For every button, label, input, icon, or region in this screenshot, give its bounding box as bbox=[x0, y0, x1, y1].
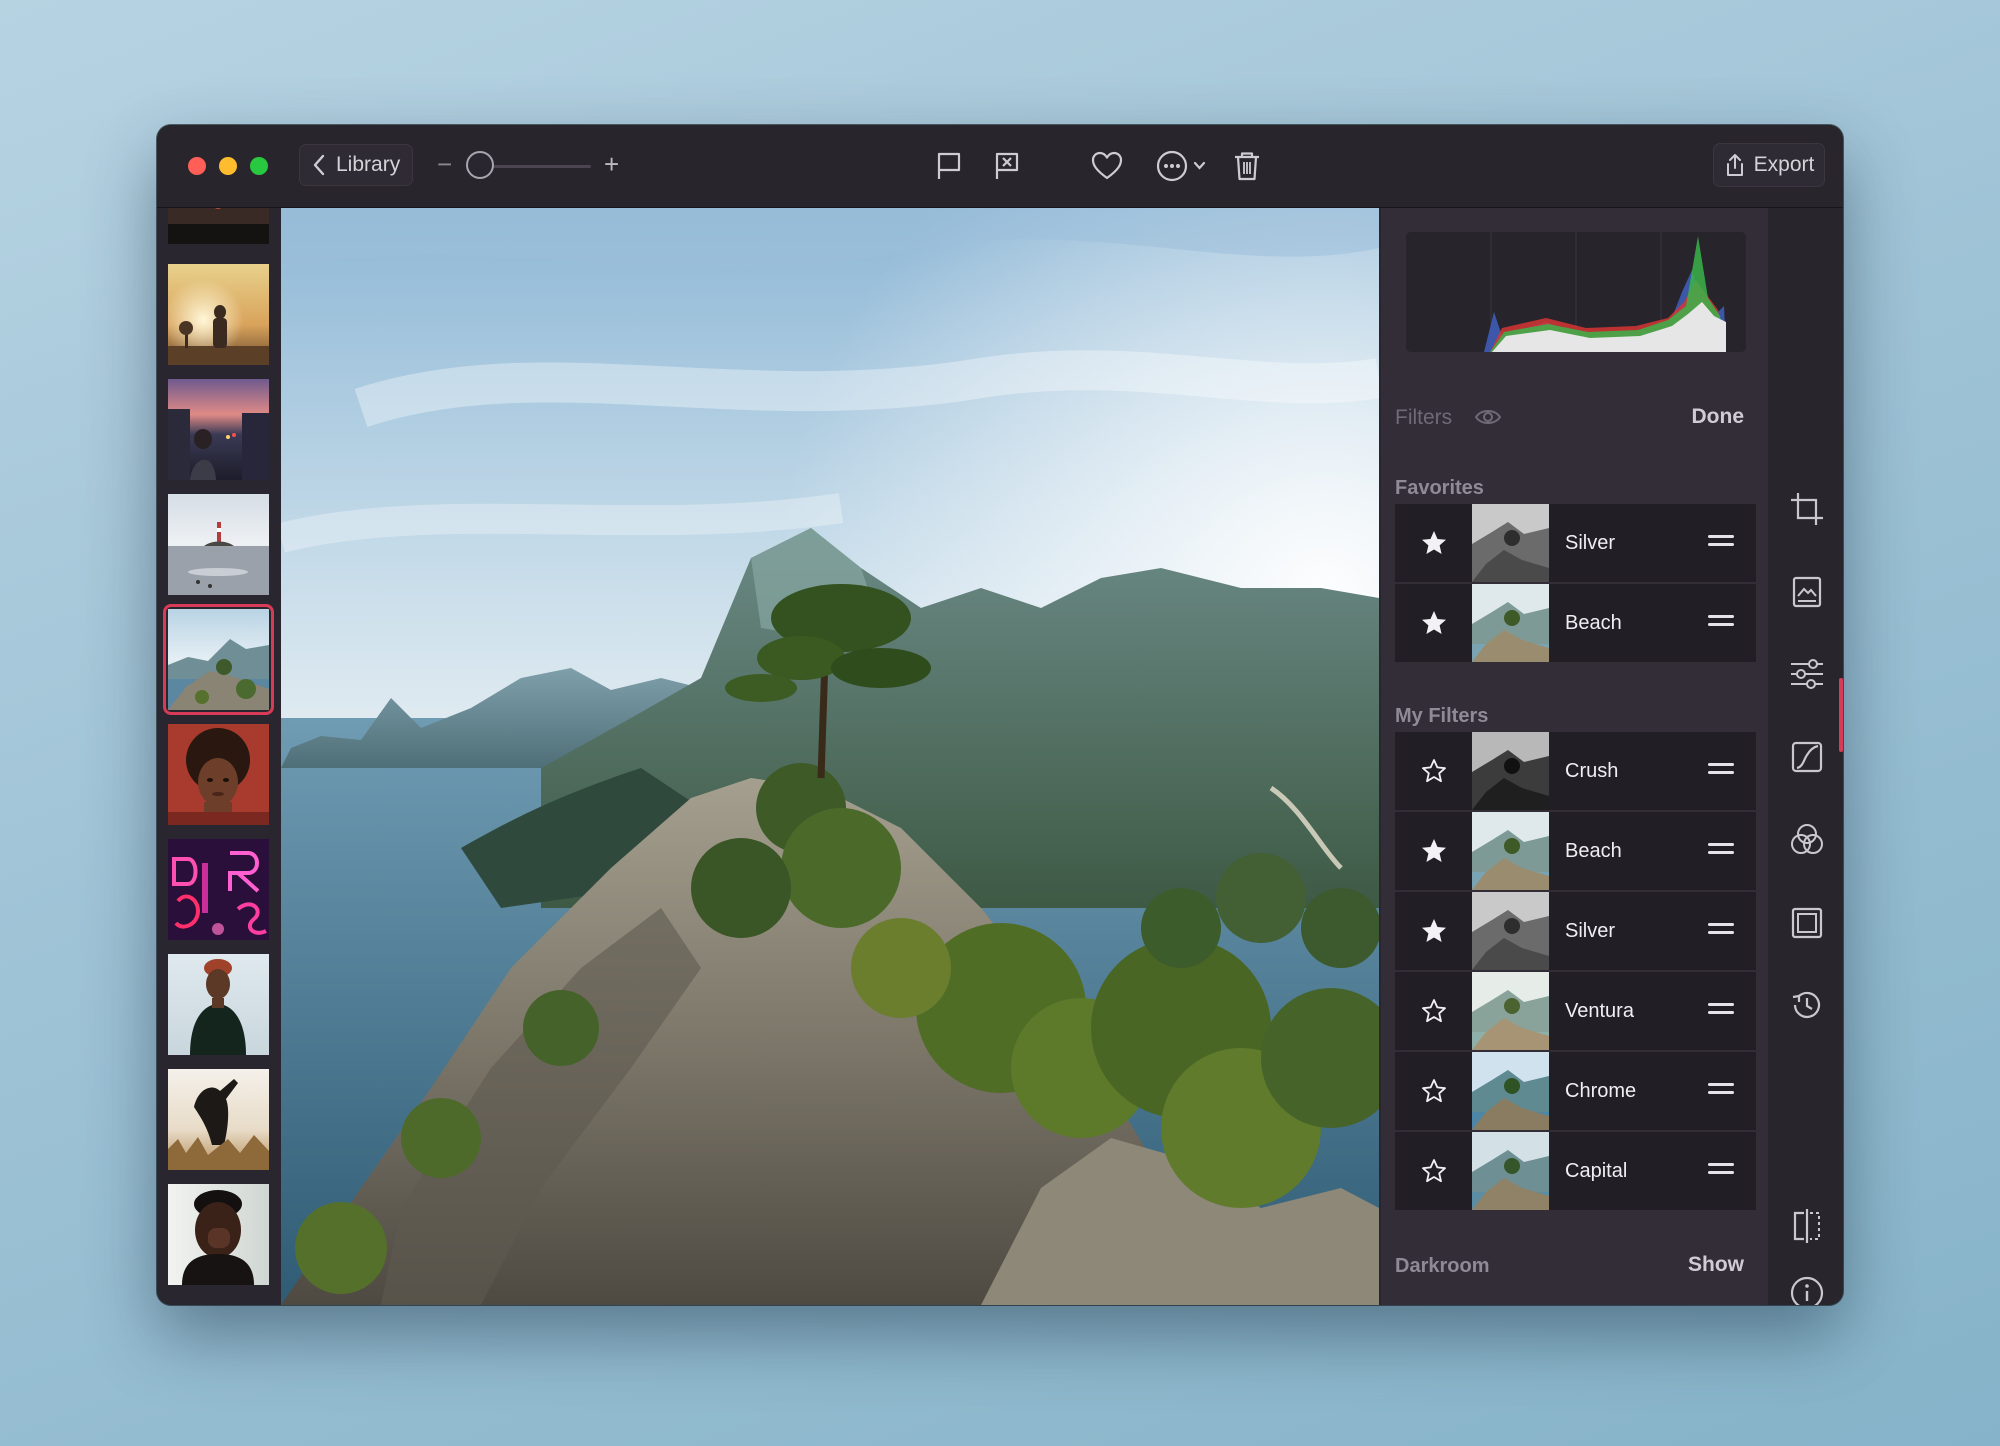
histogram bbox=[1406, 232, 1746, 352]
filter-thumbnail bbox=[1472, 812, 1549, 890]
thumbnail[interactable] bbox=[168, 1069, 269, 1170]
drag-handle-icon[interactable] bbox=[1708, 763, 1734, 777]
flag-icon[interactable] bbox=[931, 149, 965, 183]
filter-thumbnail bbox=[1472, 972, 1549, 1050]
filters-title: Filters bbox=[1395, 406, 1453, 429]
darkroom-heading: Darkroom bbox=[1395, 1255, 1490, 1277]
thumbnail[interactable] bbox=[168, 724, 269, 825]
zoom-slider-knob[interactable] bbox=[466, 151, 494, 179]
thumbnail-selected[interactable] bbox=[163, 604, 274, 715]
image-icon[interactable] bbox=[1789, 574, 1825, 610]
main-photo[interactable] bbox=[281, 208, 1379, 1305]
show-button[interactable]: Show bbox=[1688, 1253, 1744, 1277]
library-label: Library bbox=[336, 153, 401, 176]
thumbnail[interactable] bbox=[168, 839, 269, 940]
compare-icon[interactable] bbox=[1789, 1208, 1825, 1244]
filter-thumbnail bbox=[1472, 504, 1549, 582]
filter-name: Crush bbox=[1565, 760, 1619, 782]
filter-thumbnail bbox=[1472, 732, 1549, 810]
drag-handle-icon[interactable] bbox=[1708, 1003, 1734, 1017]
filter-row-ventura[interactable]: Ventura bbox=[1395, 972, 1756, 1050]
history-icon[interactable] bbox=[1789, 987, 1825, 1023]
drag-handle-icon[interactable] bbox=[1708, 535, 1734, 549]
filter-name: Capital bbox=[1565, 1160, 1628, 1182]
star-outline-icon[interactable] bbox=[1420, 997, 1448, 1025]
filter-name: Ventura bbox=[1565, 1000, 1634, 1022]
adjust-sliders-icon[interactable] bbox=[1789, 656, 1825, 692]
zoom-out-button[interactable]: − bbox=[437, 151, 452, 177]
filter-name: Chrome bbox=[1565, 1080, 1637, 1102]
filter-thumbnail bbox=[1472, 1132, 1549, 1210]
filter-name: Silver bbox=[1565, 920, 1616, 942]
active-tool-indicator bbox=[1839, 678, 1843, 752]
heart-icon[interactable] bbox=[1090, 149, 1124, 183]
reject-flag-icon[interactable] bbox=[989, 149, 1023, 183]
thumbnail[interactable] bbox=[168, 208, 269, 244]
my-filters-heading: My Filters bbox=[1395, 705, 1489, 727]
filter-row-chrome[interactable]: Chrome bbox=[1395, 1052, 1756, 1130]
zoom-in-button[interactable]: + bbox=[604, 151, 619, 177]
filter-row-capital[interactable]: Capital bbox=[1395, 1132, 1756, 1210]
close-window-button[interactable] bbox=[188, 157, 206, 175]
drag-handle-icon[interactable] bbox=[1708, 1083, 1734, 1097]
star-outline-icon[interactable] bbox=[1420, 1157, 1448, 1185]
filter-thumbnail bbox=[1472, 892, 1549, 970]
filter-row-beach[interactable]: Beach bbox=[1395, 584, 1756, 662]
trash-icon[interactable] bbox=[1230, 149, 1264, 183]
tool-strip bbox=[1769, 208, 1843, 1305]
chevron-left-icon bbox=[313, 154, 325, 176]
done-button[interactable]: Done bbox=[1692, 405, 1745, 429]
thumbnail[interactable] bbox=[168, 954, 269, 1055]
library-back-button[interactable]: Library bbox=[299, 144, 413, 186]
filters-panel: Filters Done Favorites Silver Beach My F… bbox=[1381, 208, 1768, 1305]
filter-row-beach[interactable]: Beach bbox=[1395, 812, 1756, 890]
star-filled-icon[interactable] bbox=[1420, 529, 1448, 557]
app-window: Library − + Export Filters Done Favorite… bbox=[157, 125, 1843, 1305]
frame-icon[interactable] bbox=[1789, 905, 1825, 941]
star-outline-icon[interactable] bbox=[1420, 757, 1448, 785]
export-label: Export bbox=[1753, 153, 1815, 176]
thumbnail[interactable] bbox=[168, 379, 269, 480]
filter-row-crush[interactable]: Crush bbox=[1395, 732, 1756, 810]
crop-icon[interactable] bbox=[1789, 491, 1825, 527]
filter-name: Silver bbox=[1565, 532, 1616, 554]
star-outline-icon[interactable] bbox=[1420, 1077, 1448, 1105]
star-filled-icon[interactable] bbox=[1420, 917, 1448, 945]
filter-row-silver[interactable]: Silver bbox=[1395, 504, 1756, 582]
drag-handle-icon[interactable] bbox=[1708, 615, 1734, 629]
star-filled-icon[interactable] bbox=[1420, 609, 1448, 637]
filter-thumbnail bbox=[1472, 1052, 1549, 1130]
drag-handle-icon[interactable] bbox=[1708, 923, 1734, 937]
export-button[interactable]: Export bbox=[1713, 143, 1825, 187]
color-mix-icon[interactable] bbox=[1789, 822, 1825, 858]
filter-thumbnail bbox=[1472, 584, 1549, 662]
title-bar: Library − + Export bbox=[157, 125, 1843, 208]
star-filled-icon[interactable] bbox=[1420, 837, 1448, 865]
minimize-window-button[interactable] bbox=[219, 157, 237, 175]
thumbnail[interactable] bbox=[168, 264, 269, 365]
info-icon[interactable] bbox=[1789, 1275, 1825, 1305]
share-icon bbox=[1726, 154, 1743, 176]
filmstrip bbox=[157, 208, 280, 1305]
thumbnail[interactable] bbox=[168, 494, 269, 595]
drag-handle-icon[interactable] bbox=[1708, 843, 1734, 857]
thumbnail[interactable] bbox=[168, 1184, 269, 1285]
zoom-window-button[interactable] bbox=[250, 157, 268, 175]
filter-row-silver[interactable]: Silver bbox=[1395, 892, 1756, 970]
more-icon[interactable] bbox=[1155, 149, 1211, 183]
eye-icon[interactable] bbox=[1474, 404, 1502, 430]
drag-handle-icon[interactable] bbox=[1708, 1163, 1734, 1177]
filter-name: Beach bbox=[1565, 840, 1622, 862]
curves-icon[interactable] bbox=[1789, 739, 1825, 775]
favorites-heading: Favorites bbox=[1395, 477, 1484, 499]
filter-name: Beach bbox=[1565, 612, 1622, 634]
